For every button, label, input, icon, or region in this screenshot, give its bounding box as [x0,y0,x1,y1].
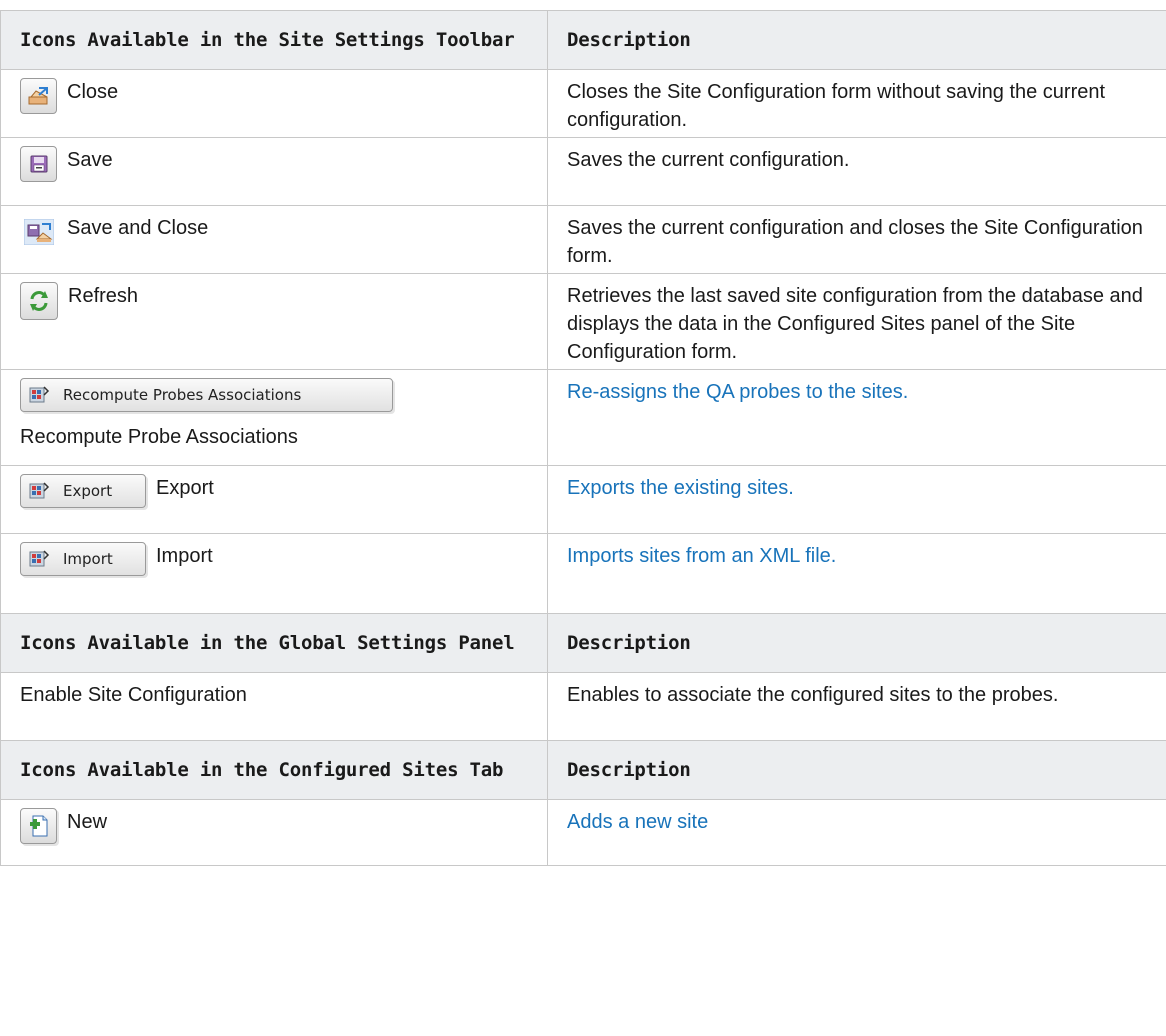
header-description: Description [547,740,1166,800]
table-header-row: Icons Available in the Global Settings P… [0,613,1166,673]
row-label: Export [156,477,214,499]
close-icon[interactable] [20,78,57,114]
import-icon[interactable]: Import [20,542,146,576]
save-and-close-icon[interactable] [20,214,57,250]
icon-cell: New [0,799,548,866]
header-icons-sites: Icons Available in the Configured Sites … [0,740,548,800]
header-icons-global: Icons Available in the Global Settings P… [0,613,548,673]
header-description: Description [547,10,1166,70]
icon-cell: Save [0,137,548,206]
icon-cell: Recompute Probes Associations Recompute … [0,369,548,466]
row-label: Save [67,149,113,171]
icons-table: Icons Available in the Site Settings Too… [0,10,1166,866]
import-button-text: Import [63,550,113,568]
row-label: New [67,811,108,833]
table-row: Recompute Probes Associations Recompute … [0,369,1166,466]
table-row: Refresh Retrieves the last saved site co… [0,273,1166,370]
row-description[interactable]: Imports sites from an XML file. [547,533,1166,614]
export-button-text: Export [63,482,113,500]
icon-cell: Import Import [0,533,548,614]
row-label: Close [67,81,119,103]
table-row: Export Export Exports the existing sites… [0,465,1166,534]
row-description[interactable]: Adds a new site [547,799,1166,866]
row-label: Refresh [68,285,139,307]
save-icon[interactable] [20,146,57,182]
row-description: Closes the Site Configuration form witho… [547,69,1166,138]
table-header-row: Icons Available in the Configured Sites … [0,740,1166,800]
icon-cell: Save and Close [0,205,548,274]
recompute-button-text: Recompute Probes Associations [63,386,302,404]
export-icon[interactable]: Export [20,474,146,508]
row-description[interactable]: Exports the existing sites. [547,465,1166,534]
row-description: Retrieves the last saved site configurat… [547,273,1166,370]
table-row: New Adds a new site [0,799,1166,866]
icon-cell: Export Export [0,465,548,534]
icon-cell: Close [0,69,548,138]
refresh-icon[interactable] [20,282,58,320]
table-row: Save Saves the current configuration. [0,137,1166,206]
table-header-row: Icons Available in the Site Settings Too… [0,10,1166,70]
row-description: Enables to associate the configured site… [547,672,1166,741]
table-row: Enable Site Configuration Enables to ass… [0,672,1166,741]
new-site-icon[interactable] [20,808,57,844]
row-label: Save and Close [67,217,209,239]
row-description[interactable]: Re-assigns the QA probes to the sites. [547,369,1166,466]
row-description: Saves the current configuration and clos… [547,205,1166,274]
row-label: Import [156,545,213,567]
row-label: Enable Site Configuration [0,672,548,741]
table-row: Import Import Imports sites from an XML … [0,533,1166,614]
row-label: Recompute Probe Associations [20,426,298,448]
table-row: Close Closes the Site Configuration form… [0,69,1166,138]
header-icons-toolbar: Icons Available in the Site Settings Too… [0,10,548,70]
header-description: Description [547,613,1166,673]
recompute-icon[interactable]: Recompute Probes Associations [20,378,393,412]
icon-cell: Refresh [0,273,548,370]
table-row: Save and Close Saves the current configu… [0,205,1166,274]
row-description: Saves the current configuration. [547,137,1166,206]
